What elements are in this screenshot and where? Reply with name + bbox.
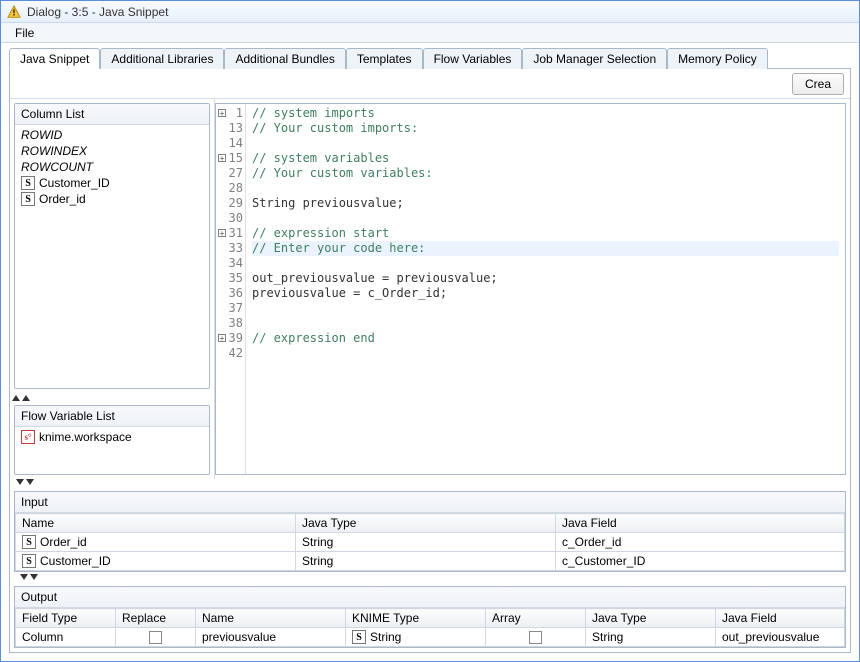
col-array[interactable]: Array [486, 609, 586, 628]
app-icon [7, 5, 21, 19]
col-fieldtype[interactable]: Field Type [16, 609, 116, 628]
output-table[interactable]: Field Type Replace Name KNIME Type Array… [15, 608, 845, 647]
fold-icon[interactable]: + [218, 334, 226, 342]
mid-area: Column List ROWID ROWINDEX ROWCOUNT SCus… [10, 99, 850, 479]
splitter[interactable] [10, 479, 850, 487]
fold-icon[interactable]: + [218, 109, 226, 117]
menu-file[interactable]: File [7, 24, 42, 42]
top-toolbar: Crea [10, 69, 850, 99]
col-name[interactable]: Name [16, 514, 296, 533]
list-item: ROWID [19, 127, 205, 143]
col-knimetype[interactable]: KNIME Type [346, 609, 486, 628]
left-column: Column List ROWID ROWINDEX ROWCOUNT SCus… [10, 99, 215, 479]
flow-var-icon: s° [21, 430, 35, 444]
string-type-icon: S [21, 176, 35, 190]
col-javatype[interactable]: Java Type [296, 514, 556, 533]
output-table-group: Output Field Type Replace Name KNIME Typ… [14, 586, 846, 648]
menubar: File [1, 23, 859, 43]
fold-icon[interactable]: + [218, 154, 226, 162]
table-row: Column previousvalue SString String out_… [16, 628, 845, 647]
content-area: Java Snippet Additional Libraries Additi… [1, 43, 859, 661]
output-table-title: Output [15, 587, 845, 608]
titlebar: Dialog - 3:5 - Java Snippet [1, 1, 859, 23]
col-replace[interactable]: Replace [116, 609, 196, 628]
array-checkbox[interactable] [529, 631, 542, 644]
column-list-body[interactable]: ROWID ROWINDEX ROWCOUNT SCustomer_ID SOr… [15, 125, 209, 388]
tables-area: Input Name Java Type Java Field SOrder_i… [10, 487, 850, 652]
code-editor[interactable]: 1+131415+2728293031+33343536373839+42 //… [215, 103, 846, 475]
column-list-title: Column List [15, 104, 209, 125]
string-type-icon: S [22, 554, 36, 568]
code-gutter: 1+131415+2728293031+33343536373839+42 [216, 104, 246, 474]
tab-flow-variables[interactable]: Flow Variables [423, 48, 523, 69]
table-row: SCustomer_ID String c_Customer_ID [16, 552, 845, 571]
list-item: ROWINDEX [19, 143, 205, 159]
fold-icon[interactable]: + [218, 229, 226, 237]
splitter[interactable] [10, 393, 214, 401]
column-list-group: Column List ROWID ROWINDEX ROWCOUNT SCus… [14, 103, 210, 389]
tab-row: Java Snippet Additional Libraries Additi… [9, 47, 851, 69]
tab-additional-bundles[interactable]: Additional Bundles [224, 48, 345, 69]
replace-checkbox[interactable] [149, 631, 162, 644]
tab-additional-libraries[interactable]: Additional Libraries [100, 48, 224, 69]
list-item: s°knime.workspace [19, 429, 205, 445]
table-header-row: Name Java Type Java Field [16, 514, 845, 533]
input-table-group: Input Name Java Type Java Field SOrder_i… [14, 491, 846, 572]
tab-templates[interactable]: Templates [346, 48, 423, 69]
create-button[interactable]: Crea [792, 73, 844, 95]
input-table[interactable]: Name Java Type Java Field SOrder_id Stri… [15, 513, 845, 571]
list-item: SOrder_id [19, 191, 205, 207]
list-item: SCustomer_ID [19, 175, 205, 191]
flow-variable-group: Flow Variable List s°knime.workspace [14, 405, 210, 475]
flow-variable-body[interactable]: s°knime.workspace [15, 427, 209, 474]
col-javafield[interactable]: Java Field [556, 514, 845, 533]
tab-memory-policy[interactable]: Memory Policy [667, 48, 768, 69]
panel-body: Crea Column List ROWID ROWINDEX ROWCOUNT… [9, 69, 851, 653]
string-type-icon: S [21, 192, 35, 206]
table-header-row: Field Type Replace Name KNIME Type Array… [16, 609, 845, 628]
tab-job-manager[interactable]: Job Manager Selection [522, 48, 667, 69]
list-item: ROWCOUNT [19, 159, 205, 175]
input-table-title: Input [15, 492, 845, 513]
flow-variable-title: Flow Variable List [15, 406, 209, 427]
col-name[interactable]: Name [196, 609, 346, 628]
string-type-icon: S [22, 535, 36, 549]
table-row: SOrder_id String c_Order_id [16, 533, 845, 552]
window-title: Dialog - 3:5 - Java Snippet [27, 5, 168, 19]
string-type-icon: S [352, 630, 366, 644]
code-area[interactable]: // system imports// Your custom imports:… [246, 104, 845, 474]
dialog-window: Dialog - 3:5 - Java Snippet File Java Sn… [0, 0, 860, 662]
tab-java-snippet[interactable]: Java Snippet [9, 48, 100, 69]
col-javafield[interactable]: Java Field [716, 609, 845, 628]
splitter[interactable] [14, 574, 846, 582]
col-javatype[interactable]: Java Type [586, 609, 716, 628]
